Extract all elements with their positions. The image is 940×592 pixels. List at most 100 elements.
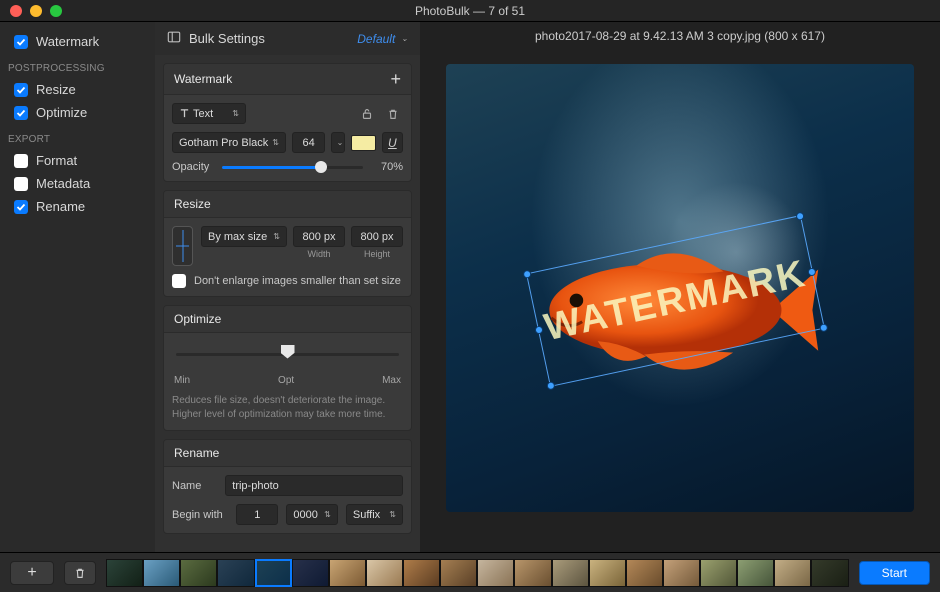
updown-icon: ⇅	[324, 510, 331, 519]
underline-button[interactable]: U	[382, 132, 403, 153]
sidebar-item-label: Resize	[36, 82, 76, 97]
thumbnail-item[interactable]	[626, 559, 663, 587]
settings-panel: Bulk Settings Default ⌄ Watermark + Text	[155, 22, 420, 552]
sidebar-item-rename[interactable]: Rename	[0, 195, 155, 218]
sidebar-toggle-icon[interactable]	[167, 30, 181, 47]
thumbnail-item[interactable]	[589, 559, 626, 587]
unlock-icon[interactable]	[357, 104, 377, 124]
thumbnail-item[interactable]	[403, 559, 440, 587]
font-select[interactable]: Gotham Pro Black⇅	[172, 132, 286, 153]
add-images-button[interactable]: +	[10, 561, 54, 585]
delete-images-button[interactable]	[64, 561, 96, 585]
sidebar-item-format[interactable]: Format	[0, 149, 155, 172]
opacity-value: 70%	[373, 161, 403, 173]
sidebar-group-heading: EXPORT	[0, 124, 155, 149]
thumbnail-item[interactable]	[440, 559, 477, 587]
panel-title: Bulk Settings	[189, 31, 265, 46]
opacity-label: Opacity	[172, 161, 212, 173]
window-title: PhotoBulk — 7 of 51	[0, 4, 940, 18]
sidebar-item-label: Metadata	[36, 176, 90, 191]
sidebar-item-resize[interactable]: Resize	[0, 78, 155, 101]
trash-icon[interactable]	[383, 104, 403, 124]
rename-card: Rename Name Begin with 1 0000⇅ Suffix⇅	[163, 439, 412, 534]
dont-enlarge-checkbox[interactable]	[172, 274, 186, 288]
window-titlebar: PhotoBulk — 7 of 51	[0, 0, 940, 22]
thumbnail-item[interactable]	[180, 559, 217, 587]
preset-dropdown[interactable]: Default ⌄	[357, 32, 408, 46]
watermark-preview-text: WATERMARK	[541, 253, 810, 350]
sidebar-item-label: Watermark	[36, 34, 99, 49]
card-title: Watermark	[174, 72, 232, 86]
thumbnail-item[interactable]	[366, 559, 403, 587]
width-input[interactable]: 800 px	[293, 226, 345, 247]
font-size-input[interactable]: 64	[292, 132, 325, 153]
watermark-card: Watermark + Text ⇅	[163, 63, 412, 182]
checkbox-icon[interactable]	[14, 154, 28, 168]
sidebar-item-optimize[interactable]: Optimize	[0, 101, 155, 124]
sidebar-item-label: Optimize	[36, 105, 87, 120]
card-title: Rename	[174, 446, 219, 460]
thumbnail-item[interactable]	[514, 559, 551, 587]
card-title: Optimize	[174, 312, 221, 326]
sidebar-item-label: Format	[36, 153, 77, 168]
checkbox-icon[interactable]	[14, 200, 28, 214]
optimize-slider[interactable]	[172, 341, 403, 367]
updown-icon: ⇅	[232, 109, 239, 118]
placement-select[interactable]: Suffix⇅	[346, 504, 403, 525]
thumbnail-item[interactable]	[106, 559, 143, 587]
sidebar-item-watermark[interactable]: Watermark	[0, 30, 155, 53]
close-window-button[interactable]	[10, 5, 22, 17]
card-title: Resize	[174, 197, 211, 211]
add-watermark-button[interactable]: +	[390, 70, 401, 88]
updown-icon: ⇅	[272, 138, 279, 147]
resize-handle[interactable]	[522, 270, 531, 279]
optimize-card: Optimize Min Opt Max Reduces file size, …	[163, 305, 412, 431]
preview-image[interactable]: WATERMARK	[446, 64, 914, 512]
footer-bar: + Start	[0, 552, 940, 592]
sidebar-item-label: Rename	[36, 199, 85, 214]
preview-pane: photo2017-08-29 at 9.42.13 AM 3 copy.jpg…	[420, 22, 940, 552]
start-button[interactable]: Start	[859, 561, 930, 585]
thumbnail-strip[interactable]	[106, 559, 849, 587]
preview-filename: photo2017-08-29 at 9.42.13 AM 3 copy.jpg…	[420, 22, 940, 50]
color-swatch[interactable]	[351, 135, 376, 151]
rename-name-input[interactable]	[225, 475, 403, 496]
begin-with-input[interactable]: 1	[236, 504, 278, 525]
slider-thumb[interactable]	[281, 345, 295, 359]
sidebar-item-metadata[interactable]: Metadata	[0, 172, 155, 195]
thumbnail-item[interactable]	[774, 559, 811, 587]
watermark-type-select[interactable]: Text ⇅	[172, 103, 246, 124]
checkbox-icon[interactable]	[14, 177, 28, 191]
chevron-down-icon: ⌄	[401, 34, 408, 43]
thumbnail-item[interactable]	[143, 559, 180, 587]
thumbnail-item[interactable]	[217, 559, 254, 587]
thumbnail-item[interactable]	[663, 559, 700, 587]
slider-thumb[interactable]	[315, 161, 327, 173]
number-format-select[interactable]: 0000⇅	[286, 504, 338, 525]
thumbnail-item[interactable]	[477, 559, 514, 587]
font-size-stepper[interactable]: ⌄	[331, 132, 345, 153]
thumbnail-item[interactable]	[329, 559, 366, 587]
thumbnail-item[interactable]	[700, 559, 737, 587]
zoom-window-button[interactable]	[50, 5, 62, 17]
chevron-down-icon: ⌄	[337, 138, 344, 147]
updown-icon: ⇅	[389, 510, 396, 519]
checkbox-icon[interactable]	[14, 83, 28, 97]
updown-icon: ⇅	[273, 232, 280, 241]
resize-mode-select[interactable]: By max size⇅	[201, 226, 287, 247]
checkbox-icon[interactable]	[14, 35, 28, 49]
opacity-slider[interactable]	[222, 166, 363, 169]
resize-card: Resize By max size⇅ 800 pxWidth 800 pxHe…	[163, 190, 412, 297]
minimize-window-button[interactable]	[30, 5, 42, 17]
anchor-grid[interactable]	[172, 226, 193, 266]
thumbnail-item[interactable]	[292, 559, 329, 587]
thumbnail-item[interactable]	[737, 559, 774, 587]
dont-enlarge-label: Don't enlarge images smaller than set si…	[194, 275, 401, 287]
height-input[interactable]: 800 px	[351, 226, 403, 247]
thumbnail-item[interactable]	[552, 559, 589, 587]
resize-handle[interactable]	[795, 212, 804, 221]
optimize-hint: Reduces file size, doesn't deteriorate t…	[172, 394, 403, 422]
thumbnail-item[interactable]	[811, 559, 848, 587]
checkbox-icon[interactable]	[14, 106, 28, 120]
thumbnail-item[interactable]	[255, 559, 292, 587]
